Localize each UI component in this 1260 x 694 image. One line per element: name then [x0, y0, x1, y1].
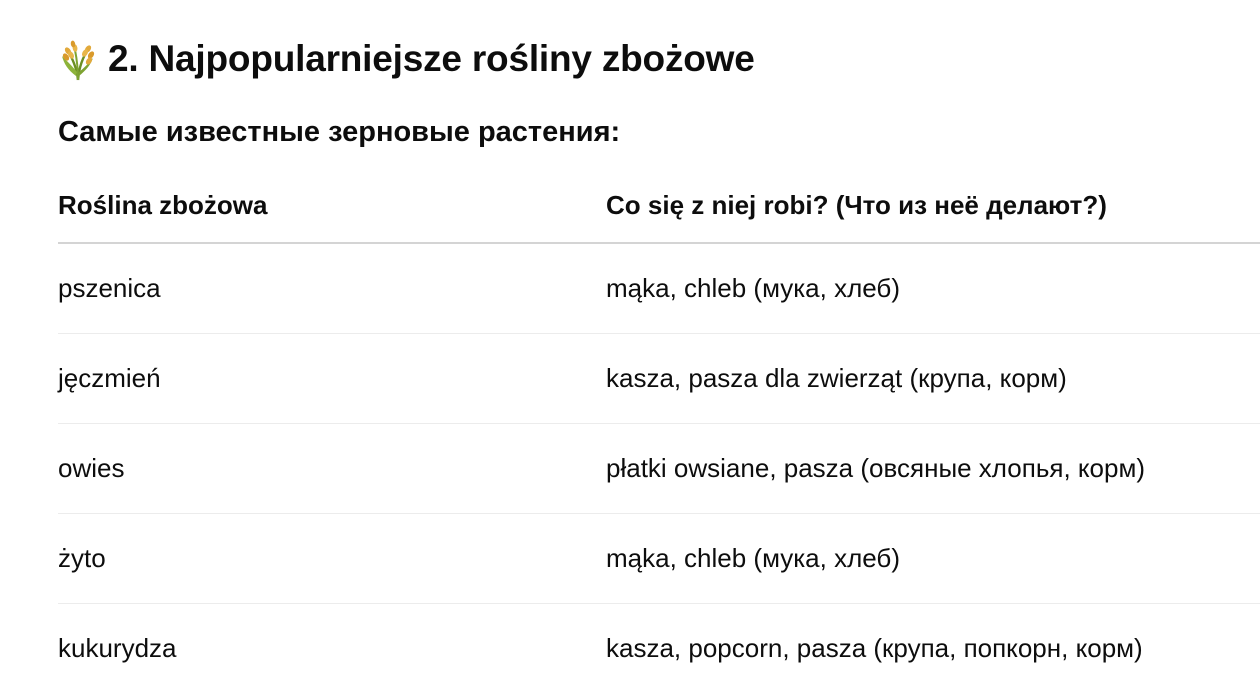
use-cell: kasza, pasza dla zwierząt (крупа, корм)	[606, 333, 1260, 424]
table-row: jęczmień kasza, pasza dla zwierząt (круп…	[58, 333, 1260, 424]
section-title: 2. Najpopularniejsze rośliny zbożowe	[108, 38, 755, 79]
plant-cell: owies	[58, 423, 606, 514]
section-subtitle: Самые известные зерновые растения:	[58, 116, 621, 148]
plant-cell: jęczmień	[58, 333, 606, 424]
table-row: pszenica mąka, chleb (мука, хлеб)	[58, 243, 1260, 334]
table-row: żyto mąka, chleb (мука, хлеб)	[58, 513, 1260, 604]
use-cell: mąka, chleb (мука, хлеб)	[606, 513, 1260, 604]
plant-cell: pszenica	[58, 243, 606, 334]
table-header-row: Roślina zbożowa Co się z niej robi? (Что…	[58, 168, 1260, 244]
plant-cell: żyto	[58, 513, 606, 604]
table-row: owies płatki owsiane, pasza (овсяные хло…	[58, 423, 1260, 514]
use-cell: kasza, popcorn, pasza (крупа, попкорн, к…	[606, 633, 1143, 663]
column-header-use: Co się z niej robi? (Что из неё делают?)	[606, 168, 1260, 244]
use-cell: mąka, chleb (мука, хлеб)	[606, 243, 1260, 334]
use-cell: płatki owsiane, pasza (овсяные хлопья, к…	[606, 423, 1260, 514]
plant-cell: kukurydza	[58, 633, 177, 663]
grain-table: Roślina zbożowa Co się z niej robi? (Что…	[58, 168, 1260, 693]
section-heading: 2. Najpopularniejsze rośliny zbożowe	[58, 36, 755, 82]
table-row: kukurydza kasza, popcorn, pasza (крупа, …	[58, 604, 1260, 694]
column-header-plant: Roślina zbożowa	[58, 168, 606, 244]
rice-sheaf-icon	[58, 36, 98, 82]
